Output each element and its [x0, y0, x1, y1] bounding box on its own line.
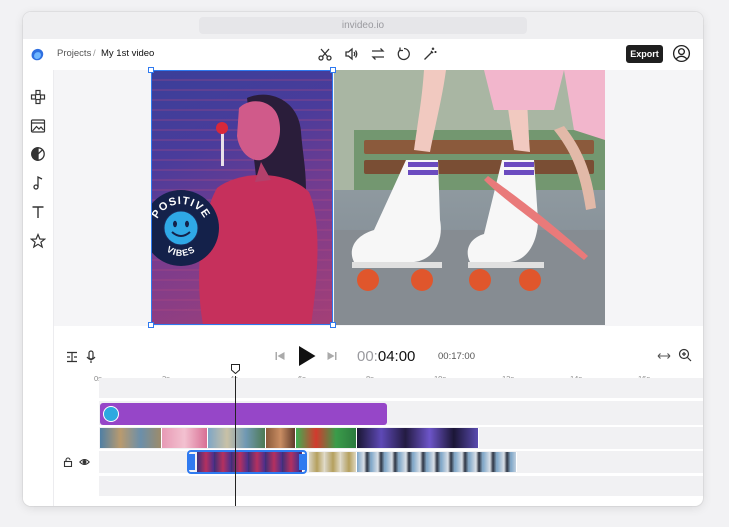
- swap-icon[interactable]: [370, 46, 386, 62]
- text-icon[interactable]: [30, 204, 46, 220]
- eye-icon[interactable]: [79, 458, 90, 466]
- media-icon[interactable]: [30, 118, 46, 134]
- timeline-track-empty[interactable]: [99, 378, 703, 398]
- export-button[interactable]: Export: [626, 45, 663, 63]
- playhead-handle[interactable]: [231, 364, 240, 374]
- audio-clip[interactable]: [100, 403, 387, 425]
- clip-thumbnail[interactable]: [100, 428, 162, 448]
- left-sidebar: [23, 70, 54, 506]
- fit-width-icon[interactable]: [657, 351, 671, 361]
- preview-canvas[interactable]: POSITIVE VIBES: [54, 67, 703, 328]
- player-controls: 00:04:00 00:17:00: [54, 338, 703, 374]
- rotate-icon[interactable]: [396, 46, 412, 62]
- url-field[interactable]: invideo.io: [199, 17, 527, 34]
- trim-handle-left[interactable]: [189, 454, 195, 470]
- clip-thumbnail[interactable]: [296, 428, 357, 448]
- resize-handle-top-left[interactable]: [148, 67, 154, 73]
- browser-bar: invideo.io: [23, 12, 703, 39]
- selection-frame: [151, 70, 333, 325]
- resize-handle-bottom-left[interactable]: [148, 322, 154, 328]
- editor-header: Projects / My 1st video Export: [23, 39, 703, 71]
- breadcrumb-separator: /: [93, 48, 96, 59]
- clip-thumbnail[interactable]: [162, 428, 208, 448]
- clip-thumbnail[interactable]: [208, 428, 266, 448]
- play-icon[interactable]: [297, 345, 317, 367]
- skip-back-icon[interactable]: [274, 350, 286, 362]
- zoom-in-icon[interactable]: [678, 348, 692, 362]
- audio-clip-thumbnail: [103, 406, 119, 422]
- resize-handle-bottom-right[interactable]: [330, 322, 336, 328]
- lock-icon[interactable]: [63, 457, 73, 467]
- playhead-line[interactable]: [235, 376, 236, 506]
- magic-wand-icon[interactable]: [422, 46, 438, 62]
- total-time: 00:17:00: [438, 351, 475, 362]
- current-time: 00:04:00: [357, 348, 415, 365]
- filter-icon[interactable]: [30, 146, 46, 162]
- breadcrumb-current-project[interactable]: My 1st video: [101, 48, 154, 59]
- clip-thumbnail[interactable]: [357, 428, 479, 448]
- preview-clip-skates[interactable]: [334, 70, 605, 325]
- star-icon[interactable]: [30, 233, 46, 249]
- clip-thumbnail[interactable]: [266, 428, 296, 448]
- invideo-logo[interactable]: [29, 46, 46, 63]
- split-track-icon[interactable]: [65, 350, 79, 364]
- current-time-value: 04:00: [377, 348, 416, 365]
- trim-handle-right[interactable]: [299, 454, 305, 470]
- volume-icon[interactable]: [343, 46, 359, 62]
- microphone-icon[interactable]: [85, 350, 97, 364]
- breadcrumb-projects[interactable]: Projects: [57, 48, 91, 59]
- skip-forward-icon[interactable]: [326, 350, 338, 362]
- music-icon[interactable]: [30, 175, 46, 191]
- app-window: invideo.io Projects / My 1st video Expor…: [23, 12, 703, 506]
- elements-icon[interactable]: [30, 89, 46, 105]
- current-time-prefix: 00:: [357, 348, 378, 365]
- resize-handle-top-right[interactable]: [330, 67, 336, 73]
- timeline-track-empty-bottom[interactable]: [99, 476, 703, 496]
- clip-thumbnail[interactable]: [309, 452, 357, 472]
- clip-thumbnail[interactable]: [357, 452, 517, 472]
- scissors-icon[interactable]: [317, 46, 333, 62]
- selected-clip-frame[interactable]: [187, 450, 307, 474]
- account-icon[interactable]: [672, 44, 691, 63]
